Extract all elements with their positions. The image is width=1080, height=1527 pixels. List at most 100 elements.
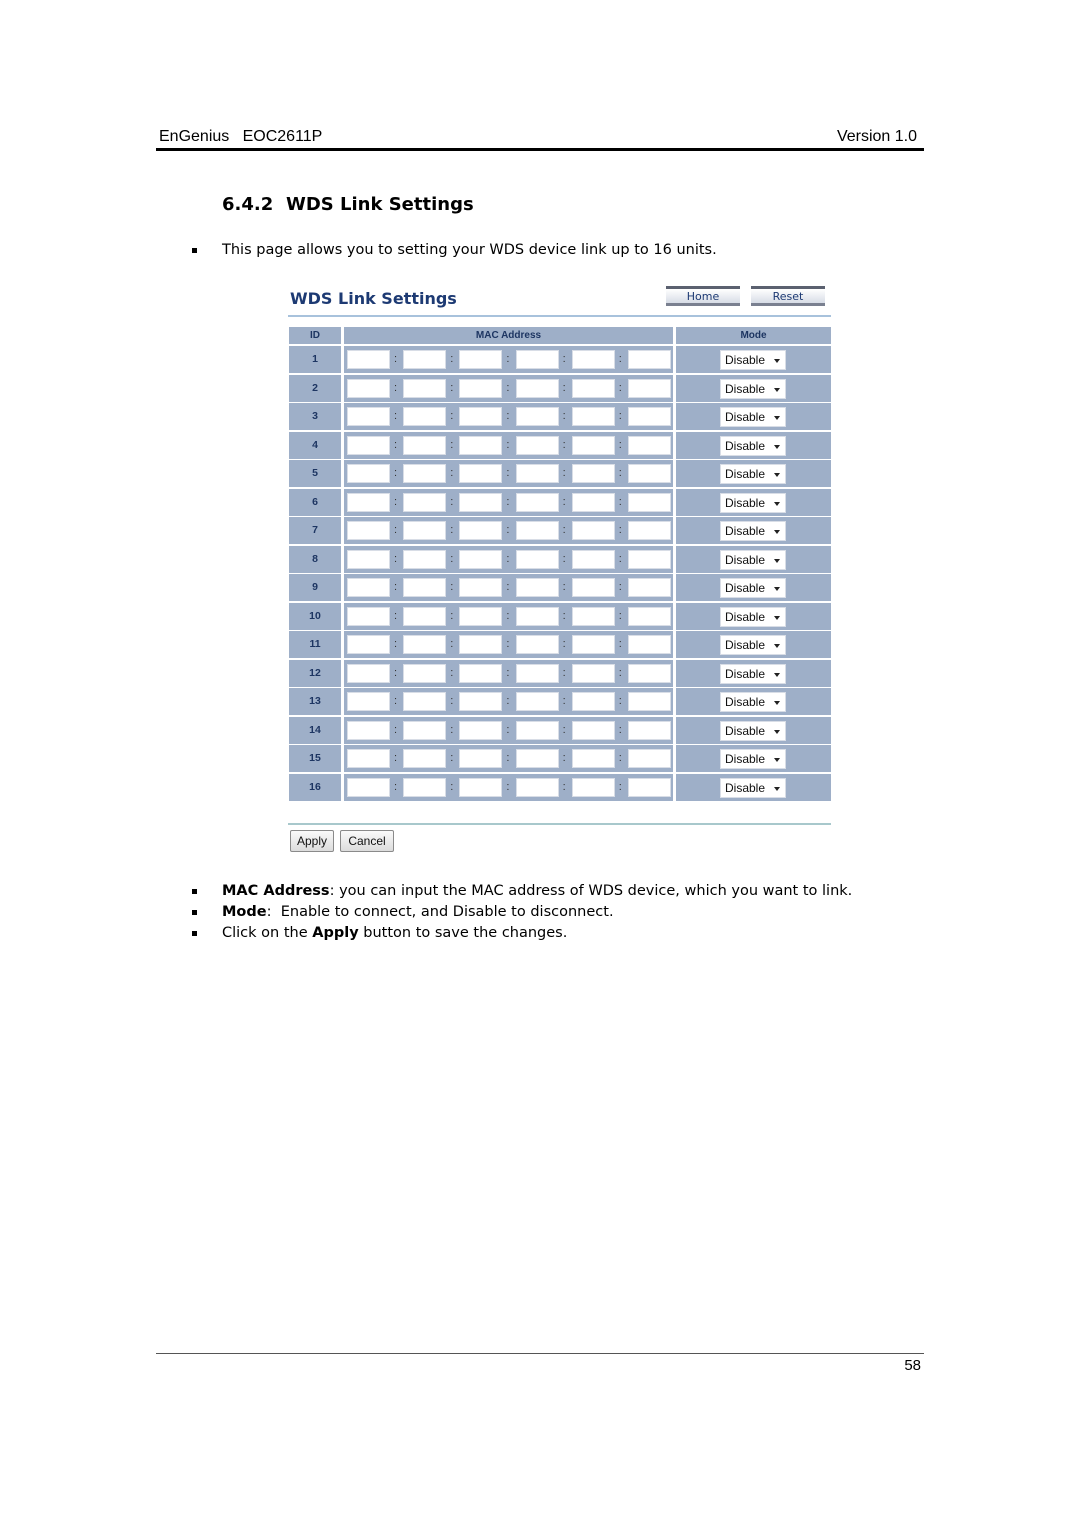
mac-octet-input[interactable] (347, 464, 390, 483)
mac-octet-input[interactable] (347, 692, 390, 711)
mac-octet-input[interactable] (515, 492, 559, 512)
mode-select[interactable]: Disable (720, 492, 786, 513)
mode-select[interactable]: Disable (720, 521, 786, 541)
mac-octet-input[interactable] (628, 549, 671, 569)
mode-select[interactable]: Disable (720, 378, 786, 399)
mac-octet-input[interactable] (515, 749, 559, 768)
mac-octet-input[interactable] (515, 407, 559, 426)
mac-octet-input[interactable] (403, 464, 447, 483)
mac-octet-input[interactable] (403, 407, 447, 426)
mode-select[interactable]: Disable (720, 635, 786, 655)
mode-select[interactable]: Disable (720, 464, 786, 484)
mode-select[interactable]: Disable (720, 606, 786, 627)
mac-octet-input[interactable] (347, 635, 390, 654)
mac-octet-input[interactable] (459, 492, 503, 512)
mac-octet-input[interactable] (571, 549, 615, 569)
mac-octet-input[interactable] (571, 492, 615, 512)
mac-octet-input[interactable] (571, 635, 615, 654)
mac-octet-input[interactable] (628, 692, 671, 711)
mac-octet-input[interactable] (403, 635, 447, 654)
mac-octet-input[interactable] (459, 407, 503, 426)
mac-octet-input[interactable] (628, 749, 671, 768)
mode-select[interactable]: Disable (720, 663, 786, 684)
mac-octet-input[interactable] (459, 635, 503, 654)
mode-select[interactable]: Disable (720, 777, 786, 798)
mac-octet-input[interactable] (347, 435, 390, 455)
mac-octet-input[interactable] (515, 378, 559, 398)
mac-octet-input[interactable] (628, 350, 671, 369)
apply-button[interactable]: Apply (290, 830, 334, 852)
mac-octet-input[interactable] (571, 407, 615, 426)
mac-octet-input[interactable] (571, 606, 615, 626)
mac-octet-input[interactable] (515, 692, 559, 711)
mac-octet-input[interactable] (459, 549, 503, 569)
mode-select[interactable]: Disable (720, 350, 786, 370)
cancel-button[interactable]: Cancel (340, 830, 394, 852)
mac-octet-input[interactable] (403, 606, 447, 626)
mac-octet-input[interactable] (403, 435, 447, 455)
mac-octet-input[interactable] (628, 407, 671, 426)
mode-select[interactable]: Disable (720, 578, 786, 598)
mac-octet-input[interactable] (628, 777, 671, 797)
mac-octet-input[interactable] (571, 521, 615, 540)
mode-select[interactable]: Disable (720, 720, 786, 741)
mac-octet-input[interactable] (515, 663, 559, 683)
mode-select[interactable]: Disable (720, 435, 786, 456)
mac-octet-input[interactable] (403, 378, 447, 398)
mac-octet-input[interactable] (515, 635, 559, 654)
mac-octet-input[interactable] (459, 464, 503, 483)
mac-octet-input[interactable] (459, 692, 503, 711)
mac-octet-input[interactable] (347, 407, 390, 426)
mac-octet-input[interactable] (347, 378, 390, 398)
mode-select[interactable]: Disable (720, 749, 786, 769)
mac-octet-input[interactable] (403, 521, 447, 540)
mac-octet-input[interactable] (515, 578, 559, 597)
mac-octet-input[interactable] (459, 578, 503, 597)
mac-octet-input[interactable] (403, 350, 447, 369)
mac-octet-input[interactable] (515, 720, 559, 740)
mac-octet-input[interactable] (571, 435, 615, 455)
mac-octet-input[interactable] (459, 606, 503, 626)
mac-octet-input[interactable] (347, 549, 390, 569)
mac-octet-input[interactable] (403, 749, 447, 768)
mac-octet-input[interactable] (571, 692, 615, 711)
mac-octet-input[interactable] (571, 378, 615, 398)
mac-octet-input[interactable] (347, 350, 390, 369)
mode-select[interactable]: Disable (720, 692, 786, 712)
mac-octet-input[interactable] (347, 606, 390, 626)
mac-octet-input[interactable] (459, 378, 503, 398)
mac-octet-input[interactable] (515, 464, 559, 483)
mode-select[interactable]: Disable (720, 549, 786, 570)
mac-octet-input[interactable] (571, 777, 615, 797)
mac-octet-input[interactable] (571, 350, 615, 369)
mac-octet-input[interactable] (515, 521, 559, 540)
mac-octet-input[interactable] (628, 720, 671, 740)
mode-select[interactable]: Disable (720, 407, 786, 427)
mac-octet-input[interactable] (515, 435, 559, 455)
mac-octet-input[interactable] (347, 492, 390, 512)
mac-octet-input[interactable] (459, 749, 503, 768)
reset-button[interactable]: Reset (751, 286, 825, 306)
mac-octet-input[interactable] (403, 549, 447, 569)
mac-octet-input[interactable] (571, 720, 615, 740)
mac-octet-input[interactable] (515, 777, 559, 797)
mac-octet-input[interactable] (459, 777, 503, 797)
mac-octet-input[interactable] (515, 606, 559, 626)
home-button[interactable]: Home (666, 286, 740, 306)
mac-octet-input[interactable] (459, 435, 503, 455)
mac-octet-input[interactable] (403, 720, 447, 740)
mac-octet-input[interactable] (347, 720, 390, 740)
mac-octet-input[interactable] (628, 492, 671, 512)
mac-octet-input[interactable] (459, 663, 503, 683)
mac-octet-input[interactable] (628, 578, 671, 597)
mac-octet-input[interactable] (347, 749, 390, 768)
mac-octet-input[interactable] (459, 720, 503, 740)
mac-octet-input[interactable] (459, 521, 503, 540)
mac-octet-input[interactable] (403, 692, 447, 711)
mac-octet-input[interactable] (403, 578, 447, 597)
mac-octet-input[interactable] (403, 777, 447, 797)
mac-octet-input[interactable] (347, 663, 390, 683)
mac-octet-input[interactable] (628, 663, 671, 683)
mac-octet-input[interactable] (628, 606, 671, 626)
mac-octet-input[interactable] (571, 578, 615, 597)
